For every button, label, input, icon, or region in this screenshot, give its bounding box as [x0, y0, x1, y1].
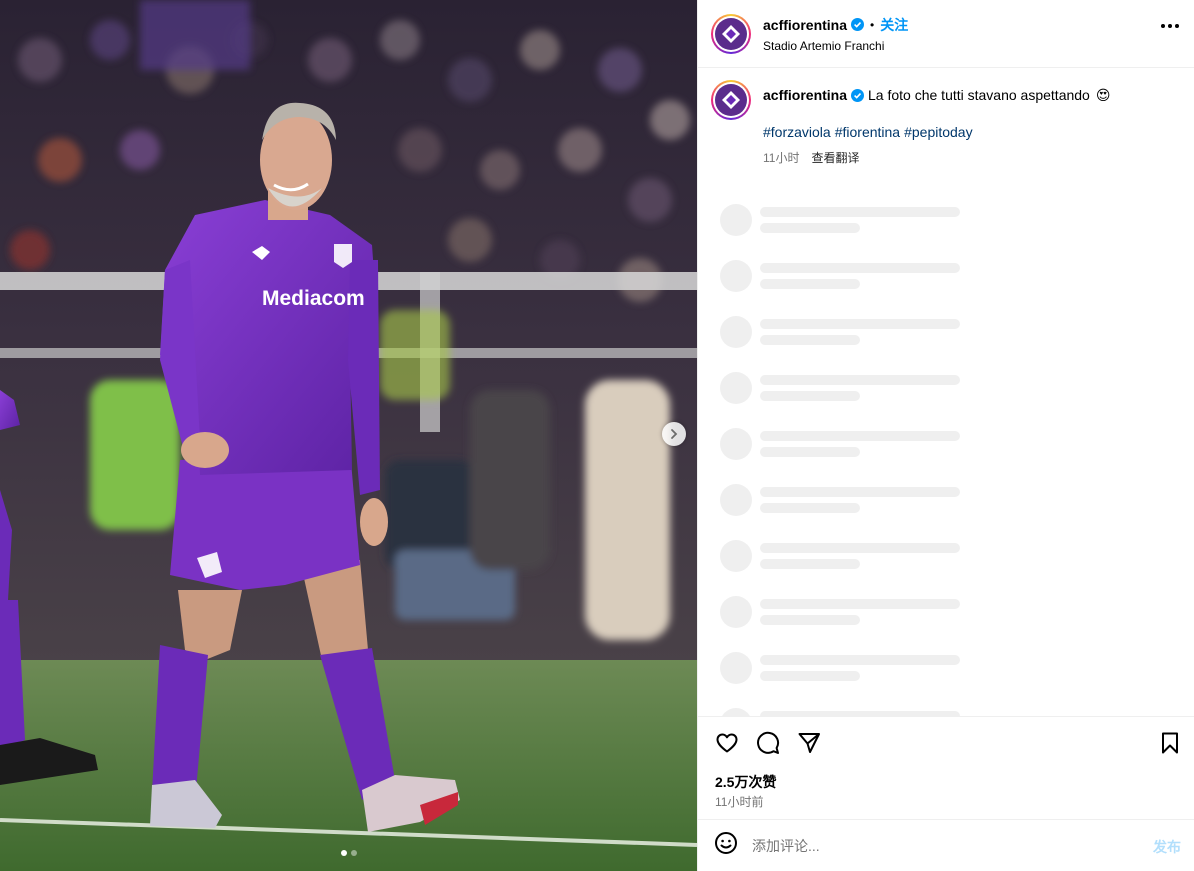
follow-button[interactable]: 关注	[880, 15, 908, 35]
skeleton-row	[720, 540, 1180, 596]
translate-button[interactable]: 查看翻译	[811, 149, 859, 166]
hashtag-link[interactable]: #forzaviola	[763, 124, 831, 140]
location-link[interactable]: Stadio Artemio Franchi	[763, 39, 908, 53]
fiorentina-logo-icon	[715, 17, 747, 50]
caption-avatar[interactable]	[711, 80, 751, 120]
separator-dot: •	[870, 17, 875, 32]
bookmark-icon[interactable]	[1157, 730, 1183, 756]
post-header: acffiorentina • 关注 Stadio Artemio Franch…	[698, 0, 1194, 68]
post-media[interactable]: Mediacom	[0, 0, 697, 871]
skeleton-row	[720, 316, 1180, 372]
comment-input[interactable]	[752, 837, 1112, 854]
verified-badge-icon	[851, 18, 865, 31]
carousel-dot	[350, 850, 357, 856]
skeleton-row	[720, 596, 1180, 652]
share-icon[interactable]	[796, 730, 822, 756]
post-timestamp[interactable]: 11小时前	[715, 793, 763, 810]
comment-bar: 发布	[698, 820, 1194, 871]
caption-username[interactable]: acffiorentina	[763, 86, 847, 104]
more-horizontal-icon[interactable]	[1161, 24, 1179, 28]
verified-badge-icon	[851, 88, 865, 102]
carousel-dots	[0, 850, 697, 856]
skeleton-row	[720, 260, 1180, 316]
skeleton-row	[720, 484, 1180, 540]
skeleton-row	[720, 372, 1180, 428]
post-photo: Mediacom	[0, 0, 697, 871]
post-detail-panel: acffiorentina • 关注 Stadio Artemio Franch…	[697, 0, 1194, 871]
heart-icon[interactable]	[714, 730, 740, 756]
comments-loading-skeleton	[720, 204, 1180, 716]
post-caption: acffiorentina La foto che tutti stavano …	[711, 80, 1181, 166]
avatar[interactable]	[711, 13, 751, 54]
hashtag-list: #forzaviola #fiorentina #pepitoday	[763, 124, 1110, 140]
hashtag-link[interactable]: #fiorentina	[835, 124, 900, 140]
likes-count[interactable]: 2.5万次赞	[715, 772, 776, 792]
skeleton-row	[720, 428, 1180, 484]
skeleton-row	[720, 204, 1180, 260]
chevron-right-icon	[671, 429, 678, 439]
skeleton-row	[720, 652, 1180, 708]
caption-time[interactable]: 11小时	[763, 149, 799, 166]
next-slide-button[interactable]	[662, 422, 686, 446]
svg-text:Mediacom: Mediacom	[262, 287, 365, 310]
instagram-post: Mediacom acffiorentina • 关注 Stadio Artem…	[0, 0, 1194, 871]
comment-icon[interactable]	[755, 730, 781, 756]
header-username[interactable]: acffiorentina	[763, 17, 847, 33]
carousel-dot-active	[340, 850, 347, 856]
fiorentina-logo-icon	[715, 84, 747, 116]
hashtag-link[interactable]: #pepitoday	[904, 124, 973, 140]
caption-text: La foto che tutti stavano aspettando	[868, 87, 1090, 103]
post-actions: 2.5万次赞 11小时前	[698, 716, 1194, 820]
skeleton-row	[720, 708, 1180, 716]
heart-eyes-emoji: 😍	[1095, 87, 1111, 103]
smiley-icon[interactable]	[714, 831, 738, 860]
post-comment-button[interactable]: 发布	[1153, 837, 1181, 857]
